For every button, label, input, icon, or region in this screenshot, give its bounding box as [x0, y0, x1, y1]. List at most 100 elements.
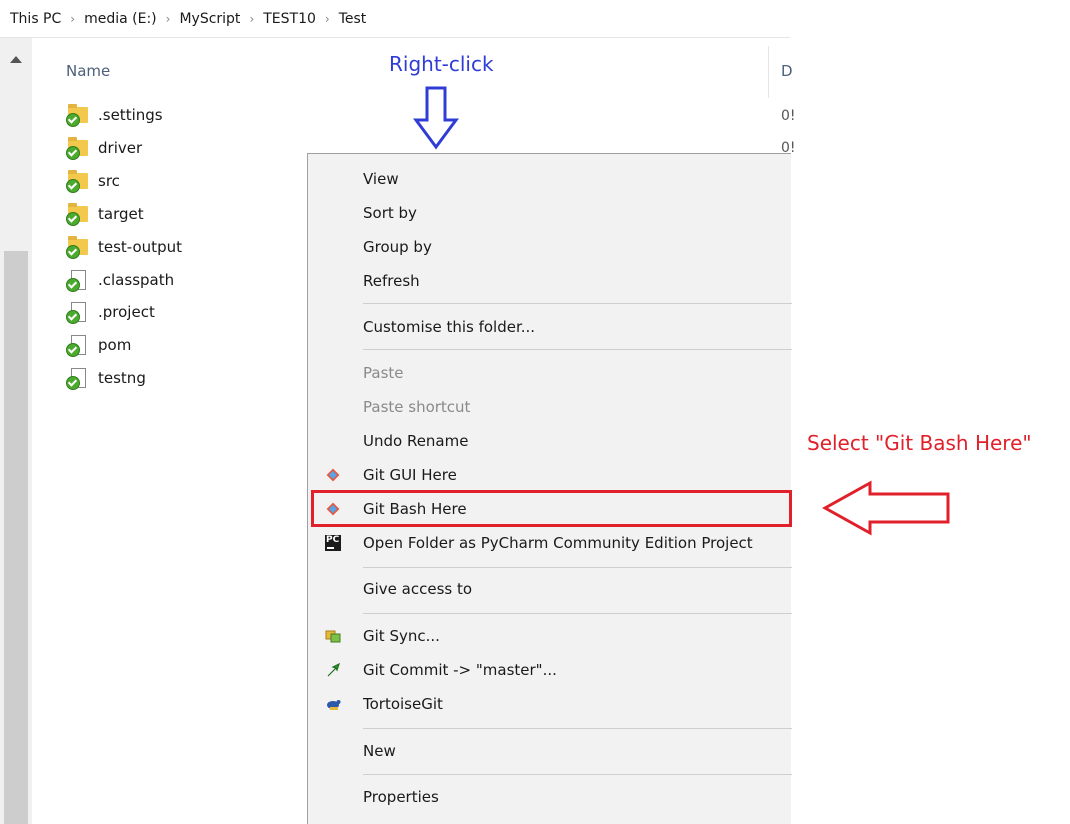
context-menu: View Sort by Group by Refresh Customise … [307, 153, 792, 824]
list-item[interactable]: testng [66, 364, 146, 392]
menu-item-group-by[interactable]: Group by [308, 230, 792, 264]
menu-item-label: Undo Rename [363, 432, 469, 450]
menu-item-tortoisegit[interactable]: TortoiseGit [308, 687, 792, 721]
git-clean-badge-icon [66, 146, 80, 160]
breadcrumb-separator: › [165, 11, 171, 26]
menu-item-open-pycharm[interactable]: PC Open Folder as PyCharm Community Edit… [308, 526, 792, 560]
menu-item-git-sync[interactable]: Git Sync... [308, 619, 792, 653]
menu-separator [363, 774, 792, 775]
git-clean-badge-icon [66, 179, 80, 193]
folder-icon [66, 104, 88, 127]
breadcrumb-media[interactable]: media (E:) [84, 11, 157, 27]
menu-separator [363, 349, 792, 350]
list-item[interactable]: driver [66, 134, 143, 162]
menu-item-label: Customise this folder... [363, 318, 536, 336]
menu-item-sort-by[interactable]: Sort by [308, 196, 792, 230]
folder-icon [66, 236, 88, 259]
menu-item-label: Give access to [363, 580, 473, 598]
column-divider[interactable] [768, 46, 769, 98]
menu-item-new[interactable]: New [308, 734, 792, 768]
column-header-date[interactable]: D [781, 62, 793, 80]
breadcrumb-test[interactable]: Test [339, 11, 367, 27]
file-name: .classpath [98, 271, 175, 289]
git-clean-badge-icon [66, 212, 80, 226]
breadcrumb-separator: › [70, 11, 76, 26]
tortoisegit-icon [327, 700, 341, 710]
menu-item-paste: Paste [308, 356, 792, 390]
file-name: src [98, 172, 120, 190]
annotation-select-git-bash: Select "Git Bash Here" [807, 431, 1032, 455]
list-item[interactable]: .classpath [66, 266, 175, 294]
list-item[interactable]: target [66, 200, 144, 228]
list-item[interactable]: test-output [66, 233, 182, 261]
breadcrumb-separator: › [249, 11, 255, 26]
git-clean-badge-icon [66, 278, 80, 292]
menu-item-customise-folder[interactable]: Customise this folder... [308, 310, 792, 344]
git-clean-badge-icon [66, 343, 80, 357]
menu-separator [363, 728, 792, 729]
file-icon [66, 335, 88, 357]
menu-item-view[interactable]: View [308, 162, 792, 196]
menu-item-label: Git Sync... [363, 627, 440, 645]
pycharm-icon: PC [325, 535, 341, 551]
menu-item-label: Refresh [363, 272, 420, 290]
git-clean-badge-icon [66, 310, 80, 324]
breadcrumb: This PC › media (E:) › MyScript › TEST10… [0, 0, 790, 38]
git-clean-badge-icon [66, 376, 80, 390]
git-commit-icon [327, 662, 341, 677]
menu-item-paste-shortcut: Paste shortcut [308, 390, 792, 424]
highlight-box [311, 490, 792, 527]
menu-item-label: View [363, 170, 399, 188]
menu-item-label: Paste shortcut [363, 398, 471, 416]
file-icon [66, 270, 88, 292]
breadcrumb-myscript[interactable]: MyScript [179, 11, 240, 27]
breadcrumb-test10[interactable]: TEST10 [263, 11, 316, 27]
menu-item-label: TortoiseGit [363, 695, 443, 713]
file-icon [66, 302, 88, 324]
git-clean-badge-icon [66, 113, 80, 127]
file-name: test-output [98, 238, 182, 256]
menu-item-undo-rename[interactable]: Undo Rename [308, 424, 792, 458]
menu-item-label: Git GUI Here [363, 466, 457, 484]
scroll-up-icon[interactable] [10, 56, 22, 63]
file-name: .project [98, 303, 155, 321]
git-clean-badge-icon [66, 245, 80, 259]
git-icon [326, 468, 340, 482]
file-name: driver [98, 139, 143, 157]
annotation-right-click: Right-click [389, 52, 494, 76]
file-name: target [98, 205, 144, 223]
menu-item-give-access[interactable]: Give access to [308, 572, 792, 606]
scroll-thumb[interactable] [4, 251, 28, 824]
menu-item-git-gui-here[interactable]: Git GUI Here [308, 458, 792, 492]
menu-item-git-commit[interactable]: Git Commit -> "master"... [308, 653, 792, 687]
menu-item-label: Paste [363, 364, 404, 382]
menu-item-label: Open Folder as PyCharm Community Edition… [363, 534, 753, 552]
menu-separator [363, 567, 792, 568]
menu-item-properties[interactable]: Properties [308, 780, 792, 814]
menu-item-refresh[interactable]: Refresh [308, 264, 792, 298]
menu-separator [363, 303, 792, 304]
menu-item-label: Group by [363, 238, 432, 256]
list-item[interactable]: pom [66, 331, 132, 359]
git-sync-icon [325, 630, 341, 643]
list-item[interactable]: src [66, 167, 120, 195]
list-item[interactable]: .settings [66, 101, 163, 129]
breadcrumb-this-pc[interactable]: This PC [10, 11, 61, 27]
nav-pane-scrollbar[interactable] [0, 38, 32, 824]
folder-icon [66, 137, 88, 160]
left-arrow-icon [822, 480, 950, 536]
file-name: testng [98, 369, 146, 387]
list-item[interactable]: .project [66, 298, 155, 326]
file-icon [66, 368, 88, 390]
down-arrow-icon [413, 86, 459, 150]
column-header-name[interactable]: Name [66, 62, 110, 80]
file-name: pom [98, 336, 132, 354]
menu-item-label: Git Commit -> "master"... [363, 661, 557, 679]
date-modified-cell: 0! [781, 108, 796, 124]
menu-separator [363, 613, 792, 614]
menu-item-label: Properties [363, 788, 439, 806]
breadcrumb-separator: › [324, 11, 330, 26]
folder-icon [66, 203, 88, 226]
menu-item-label: Sort by [363, 204, 417, 222]
folder-icon [66, 170, 88, 193]
